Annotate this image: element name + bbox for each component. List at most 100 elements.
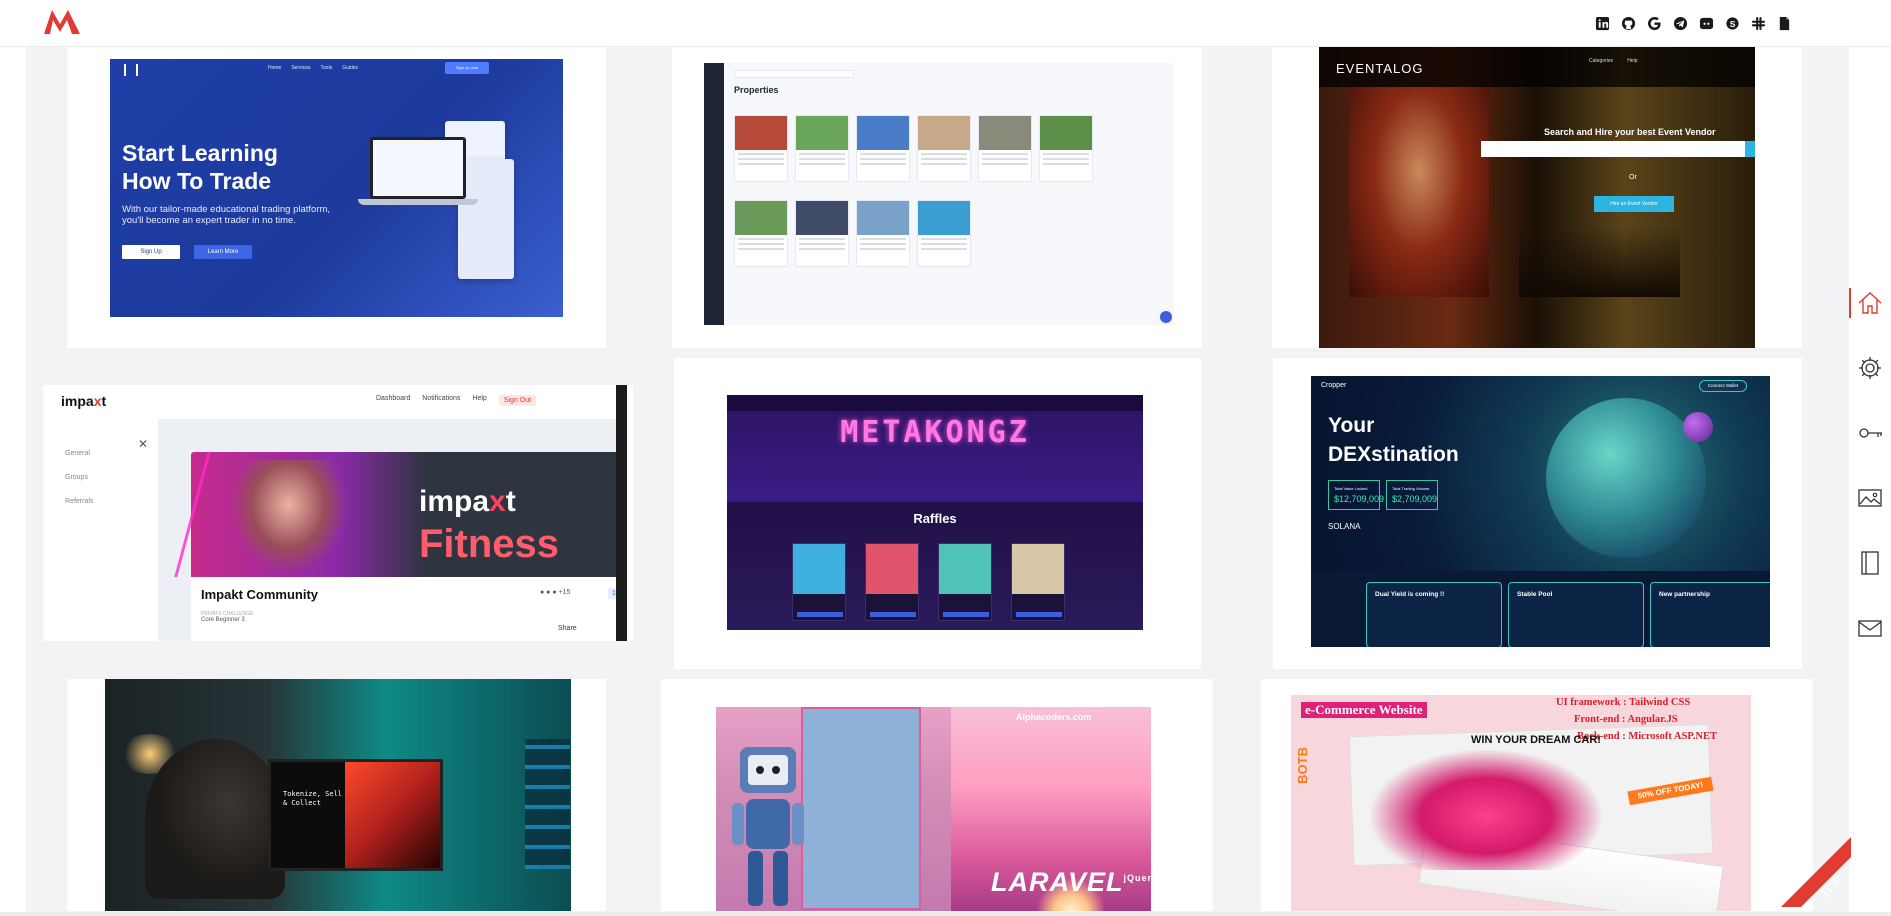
trading-logo-icon bbox=[124, 64, 138, 76]
trading-screenshot: Home Services Tools Guides Sign up now S… bbox=[110, 59, 563, 317]
image-icon bbox=[1858, 488, 1882, 507]
cropper-screenshot: Cropper Connect Wallet Your DEXstination … bbox=[1311, 376, 1770, 647]
eventalog-search-form bbox=[1481, 141, 1755, 157]
impakt-logo: impaxt bbox=[61, 393, 107, 409]
impakt-challenge: PRIVATE CHALLENGE Core Beginner 3 bbox=[201, 611, 254, 623]
gamer-screen-text: Tokenize, Sell & Collect bbox=[283, 790, 343, 807]
cropper-promo-card: Dual Yield is coming !! bbox=[1366, 582, 1502, 647]
discord-icon[interactable] bbox=[1698, 15, 1715, 32]
nav-gallery[interactable] bbox=[1849, 465, 1891, 530]
eventalog-logo: EVENTALOG bbox=[1336, 61, 1424, 76]
gamer-screenshot: Tokenize, Sell & Collect bbox=[105, 679, 571, 911]
eventalog-hero-photo bbox=[1349, 87, 1489, 297]
eventalog-headline: Search and Hire your best Event Vendor bbox=[1544, 127, 1716, 137]
social-links: S bbox=[1594, 15, 1793, 32]
bottom-scroll-track bbox=[0, 912, 1891, 916]
slack-icon[interactable] bbox=[1750, 15, 1767, 32]
raffle-card bbox=[865, 543, 919, 621]
trading-nav-links: Home Services Tools Guides bbox=[268, 65, 359, 71]
telegram-icon[interactable] bbox=[1672, 15, 1689, 32]
cropper-connect-wallet: Connect Wallet bbox=[1699, 380, 1747, 392]
property-tile bbox=[734, 115, 788, 182]
impakt-screenshot: impaxt Dashboard Notifications Help Sign… bbox=[43, 385, 633, 641]
portfolio-card-cropper[interactable]: Cropper Connect Wallet Your DEXstination … bbox=[1273, 358, 1802, 669]
cropper-nav: Cropper Connect Wallet bbox=[1311, 376, 1770, 396]
ecommerce-win-heading: WIN YOUR DREAM CAR! bbox=[1471, 734, 1601, 746]
google-icon[interactable] bbox=[1646, 15, 1663, 32]
github-icon[interactable] bbox=[1620, 15, 1637, 32]
book-icon bbox=[1861, 550, 1879, 575]
cropper-small-planet bbox=[1683, 412, 1713, 442]
key-icon bbox=[1859, 427, 1882, 438]
mail-icon bbox=[1858, 619, 1882, 637]
trading-laptop-base bbox=[358, 199, 478, 205]
properties-sidebar bbox=[704, 63, 724, 325]
skype-icon[interactable]: S bbox=[1724, 15, 1741, 32]
property-tile bbox=[856, 200, 910, 267]
ecommerce-car bbox=[1371, 750, 1601, 870]
raffle-card bbox=[938, 543, 992, 621]
portfolio-card-eventalog[interactable]: EVENTALOG Categories Help Search and Hir… bbox=[1272, 47, 1802, 348]
trading-body: With our tailor-made educational trading… bbox=[122, 204, 331, 226]
svg-text:S: S bbox=[1730, 19, 1736, 29]
property-tile bbox=[856, 115, 910, 182]
impakt-dark-edge bbox=[616, 385, 627, 641]
cropper-chain: SOLANA bbox=[1328, 522, 1361, 531]
eventalog-menu: Categories Help bbox=[1589, 58, 1638, 64]
trading-nav: Home Services Tools Guides Sign up now bbox=[110, 59, 563, 81]
portfolio-card-properties[interactable]: Properties bbox=[672, 47, 1202, 348]
robot-illustration bbox=[732, 747, 804, 906]
top-header: S bbox=[0, 0, 1891, 47]
portfolio-card-metakongz[interactable]: METAKONGZ Raffles bbox=[674, 358, 1201, 669]
metakongz-raffles-heading: Raffles bbox=[913, 511, 957, 526]
metakongz-nav bbox=[727, 395, 1143, 411]
nav-contact[interactable] bbox=[1849, 595, 1891, 660]
eventalog-crowd bbox=[1519, 227, 1680, 297]
trading-learn: Learn More bbox=[194, 245, 252, 259]
cropper-promo-card: Stable Pool bbox=[1508, 582, 1644, 647]
raffle-card bbox=[792, 543, 846, 621]
nav-keys[interactable] bbox=[1849, 400, 1891, 465]
property-tile bbox=[917, 115, 971, 182]
metakongz-screenshot: METAKONGZ Raffles bbox=[727, 395, 1143, 630]
metakongz-title: METAKONGZ bbox=[840, 415, 1030, 450]
property-tile bbox=[1039, 115, 1093, 182]
eventalog-nav: EVENTALOG Categories Help bbox=[1319, 47, 1755, 87]
property-tile bbox=[795, 200, 849, 267]
linkedin-icon[interactable] bbox=[1594, 15, 1611, 32]
property-tile bbox=[795, 115, 849, 182]
laravel-screenshot: Alphacoders.com LARAVELjQuery bbox=[716, 707, 1151, 911]
portfolio-card-laravel[interactable]: Alphacoders.com LARAVELjQuery bbox=[661, 679, 1213, 911]
ecommerce-spec-ui: UI framework : Tailwind CSS bbox=[1556, 697, 1691, 708]
gamer-hex-lights bbox=[525, 739, 570, 869]
impakt-runner bbox=[231, 460, 346, 572]
nav-resume[interactable] bbox=[1849, 530, 1891, 595]
impakt-hero-fitness: Fitness bbox=[419, 522, 560, 566]
side-nav bbox=[1849, 270, 1891, 660]
chat-bubble-icon bbox=[1160, 311, 1172, 323]
impakt-community-title: Impakt Community bbox=[201, 587, 319, 602]
portfolio-card-ecommerce[interactable]: e-Commerce Website UI framework : Tailwi… bbox=[1261, 679, 1813, 911]
nav-home[interactable] bbox=[1849, 270, 1891, 335]
trading-headline: Start Learning How To Trade bbox=[122, 140, 278, 194]
portfolio-card-gamer[interactable]: Tokenize, Sell & Collect bbox=[67, 679, 606, 911]
ecommerce-side-brand: BOTB bbox=[1295, 747, 1310, 784]
impakt-share: Share bbox=[558, 625, 577, 632]
document-icon[interactable] bbox=[1776, 15, 1793, 32]
gear-icon bbox=[1859, 356, 1881, 379]
property-tile bbox=[917, 200, 971, 267]
cropper-headline: Your DEXstination bbox=[1328, 414, 1459, 466]
cropper-logo: Cropper bbox=[1321, 382, 1347, 389]
ecommerce-screenshot: e-Commerce Website UI framework : Tailwi… bbox=[1291, 695, 1751, 911]
m-logo-icon[interactable] bbox=[42, 8, 82, 36]
nav-settings[interactable] bbox=[1849, 335, 1891, 400]
eventalog-screenshot: EVENTALOG Categories Help Search and Hir… bbox=[1319, 47, 1755, 348]
properties-search bbox=[734, 70, 854, 78]
impakt-hero-wordmark: impaxt bbox=[419, 485, 516, 518]
anime-site-name: Alphacoders.com bbox=[1016, 712, 1092, 722]
trading-panel bbox=[458, 159, 514, 279]
property-tile bbox=[734, 200, 788, 267]
portfolio-card-impakt[interactable]: impaxt Dashboard Notifications Help Sign… bbox=[43, 385, 633, 641]
portfolio-card-trading[interactable]: Home Services Tools Guides Sign up now S… bbox=[67, 47, 606, 348]
back-to-top-button[interactable] bbox=[1781, 837, 1851, 907]
